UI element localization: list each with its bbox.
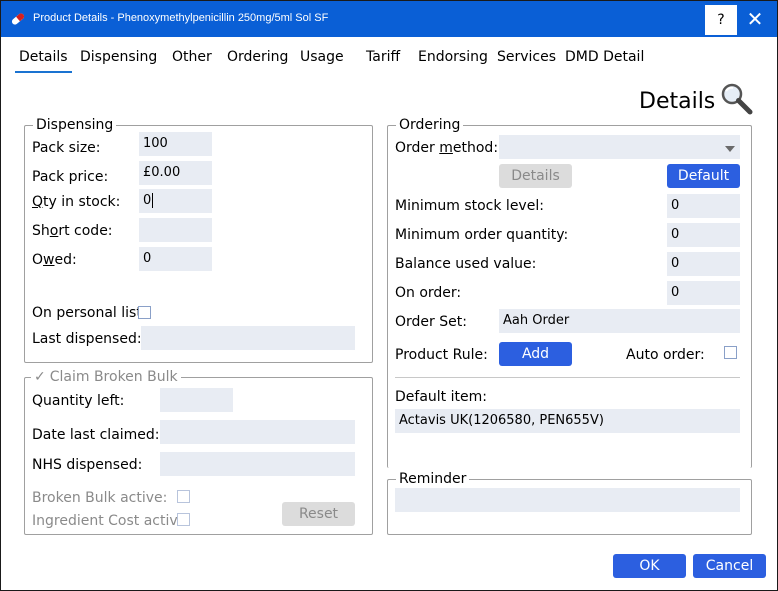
- reset-button[interactable]: Reset: [282, 502, 355, 526]
- last-dispensed-field[interactable]: [141, 326, 355, 350]
- tab-tariff[interactable]: Tariff: [366, 47, 400, 73]
- help-button[interactable]: ?: [705, 5, 737, 35]
- magnifier-icon: [721, 83, 753, 115]
- quantity-left-label: Quantity left:: [32, 393, 125, 409]
- tab-other[interactable]: Other: [172, 47, 212, 73]
- owed-label: Owed:: [32, 252, 77, 268]
- ordering-group-title: Ordering: [396, 117, 464, 133]
- min-order-field[interactable]: 0: [667, 223, 740, 247]
- personal-list-checkbox[interactable]: [138, 306, 151, 319]
- broken-bulk-active-label: Broken Bulk active:: [32, 490, 168, 506]
- quantity-left-field[interactable]: [160, 388, 233, 412]
- on-order-label: On order:: [395, 285, 462, 301]
- min-stock-label: Minimum stock level:: [395, 198, 544, 214]
- short-code-field[interactable]: [139, 218, 212, 242]
- min-order-label: Minimum order quantity:: [395, 227, 569, 243]
- pack-price-field[interactable]: £0.00: [139, 161, 212, 185]
- qty-in-stock-field[interactable]: 0: [139, 189, 212, 213]
- default-item-field[interactable]: Actavis UK(1206580, PEN655V): [395, 409, 740, 433]
- default-button[interactable]: Default: [667, 164, 740, 188]
- ordering-group: Ordering Order method: Details Default M…: [387, 117, 752, 468]
- nhs-dispensed-field[interactable]: [160, 452, 355, 476]
- broken-bulk-active-checkbox[interactable]: [177, 490, 190, 503]
- order-set-label: Order Set:: [395, 314, 467, 330]
- window-title: Product Details - Phenoxymethylpenicilli…: [33, 12, 329, 24]
- nhs-dispensed-label: NHS dispensed:: [32, 457, 143, 473]
- chevron-down-icon[interactable]: [725, 146, 735, 152]
- ingredient-cost-active-label: Ingredient Cost active:: [32, 513, 191, 529]
- ordering-divider: [395, 377, 740, 378]
- tab-usage[interactable]: Usage: [300, 47, 344, 73]
- tab-services[interactable]: Services: [497, 47, 556, 73]
- order-method-label: Order method:: [395, 140, 499, 156]
- min-stock-field[interactable]: 0: [667, 194, 740, 218]
- reminder-group: Reminder: [387, 471, 752, 535]
- close-button[interactable]: ✕: [739, 5, 771, 35]
- broken-bulk-group: ✓ Claim Broken Bulk Quantity left: Date l…: [24, 369, 373, 535]
- broken-bulk-group-title[interactable]: ✓ Claim Broken Bulk: [31, 369, 181, 385]
- tab-dmd-detail[interactable]: DMD Detail: [565, 47, 644, 73]
- owed-field[interactable]: 0: [139, 247, 212, 271]
- order-set-field[interactable]: Aah Order: [499, 309, 740, 333]
- add-product-rule-button[interactable]: Add: [499, 342, 572, 366]
- pack-size-label: Pack size:: [32, 140, 101, 156]
- last-dispensed-label: Last dispensed:: [32, 331, 142, 347]
- cancel-button[interactable]: Cancel: [693, 554, 766, 578]
- pack-size-field[interactable]: 100: [139, 132, 212, 156]
- claim-check-icon: ✓: [34, 369, 46, 385]
- reminder-group-title: Reminder: [396, 471, 470, 487]
- page-heading: Details: [639, 89, 716, 114]
- dispensing-group: Dispensing Pack size: 100 Pack price: £0…: [24, 117, 373, 363]
- personal-list-label: On personal list:: [32, 305, 147, 321]
- default-item-label: Default item:: [395, 389, 487, 405]
- dispensing-group-title: Dispensing: [33, 117, 117, 133]
- pack-price-label: Pack price:: [32, 169, 109, 185]
- tab-endorsing[interactable]: Endorsing: [418, 47, 488, 73]
- order-method-select[interactable]: [499, 135, 740, 159]
- pill-icon: [11, 13, 25, 25]
- details-button[interactable]: Details: [499, 164, 572, 188]
- balance-used-field[interactable]: 0: [667, 252, 740, 276]
- reminder-field[interactable]: [395, 488, 740, 512]
- title-bar: Product Details - Phenoxymethylpenicilli…: [1, 1, 777, 37]
- balance-used-label: Balance used value:: [395, 256, 537, 272]
- ok-button[interactable]: OK: [613, 554, 686, 578]
- tab-ordering[interactable]: Ordering: [227, 47, 288, 73]
- on-order-field[interactable]: 0: [667, 281, 740, 305]
- product-rule-label: Product Rule:: [395, 347, 488, 363]
- auto-order-checkbox[interactable]: [724, 346, 737, 359]
- tab-dispensing[interactable]: Dispensing: [80, 47, 157, 73]
- auto-order-label: Auto order:: [626, 347, 705, 363]
- ingredient-cost-active-checkbox[interactable]: [177, 513, 190, 526]
- tab-details[interactable]: Details: [15, 47, 72, 73]
- short-code-label: Short code:: [32, 223, 113, 239]
- product-details-window: Product Details - Phenoxymethylpenicilli…: [0, 0, 778, 591]
- date-last-claimed-field[interactable]: [160, 420, 355, 444]
- date-last-claimed-label: Date last claimed:: [32, 427, 160, 443]
- qty-in-stock-label: Qty in stock:: [32, 194, 121, 210]
